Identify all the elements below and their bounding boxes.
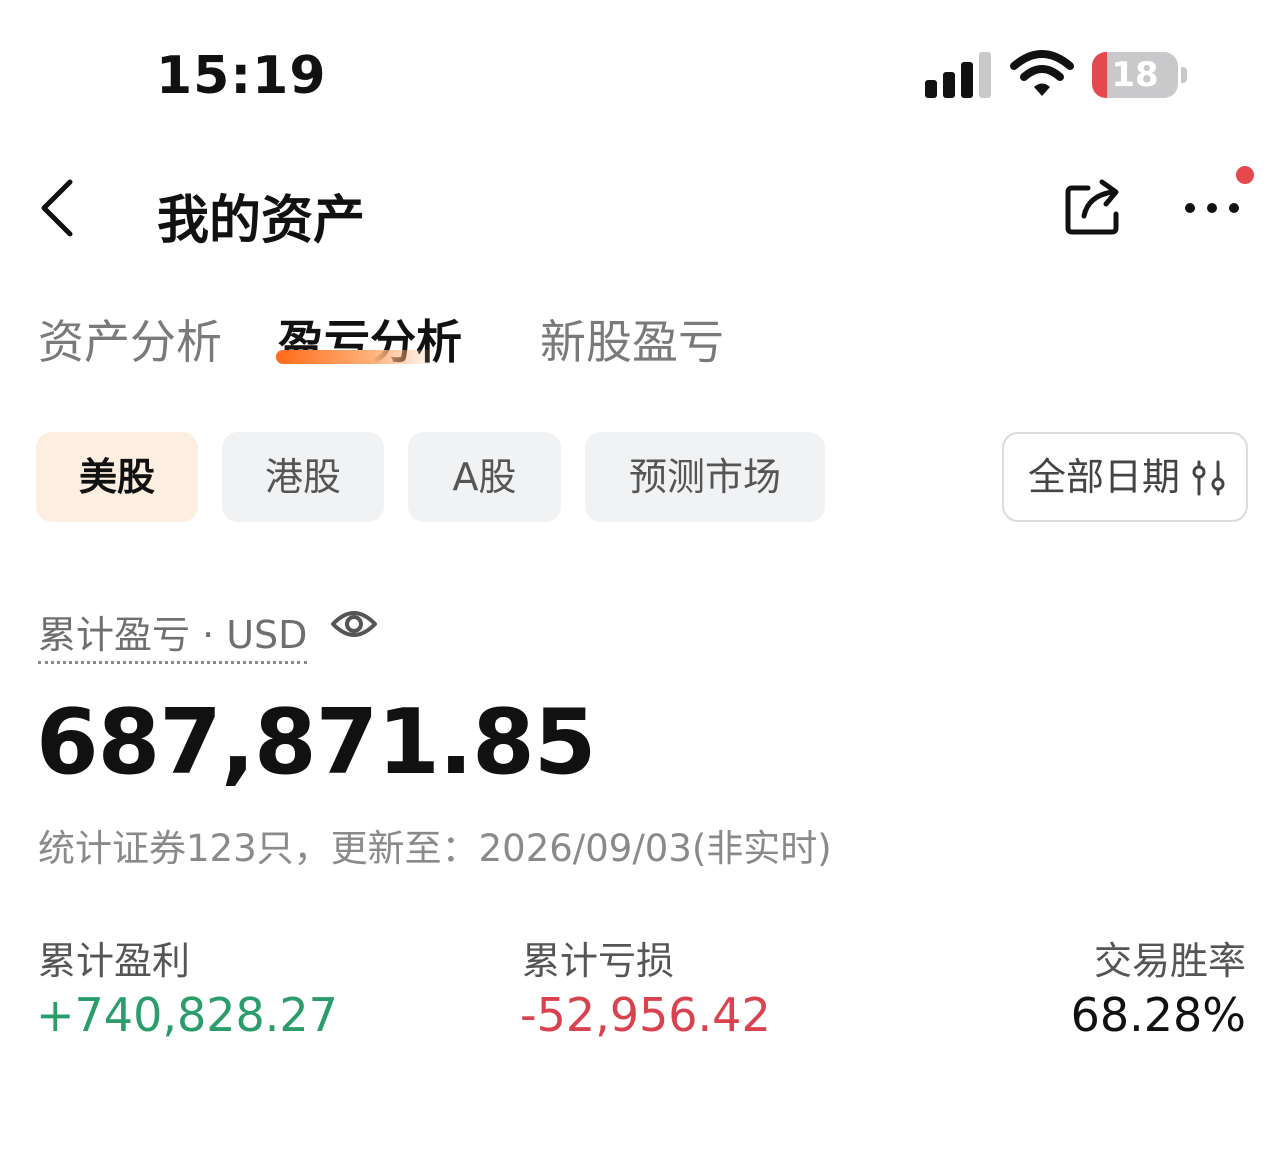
statistics-note: 统计证券123只，更新至：2026/09/03(非实时) — [38, 827, 832, 870]
market-chip-prediction[interactable]: 预测市场 — [585, 432, 825, 522]
battery-level: 18 — [1111, 55, 1159, 95]
wifi-icon — [1010, 50, 1074, 96]
signal-icon — [925, 52, 991, 98]
battery-icon: 18 — [1092, 52, 1188, 98]
notification-badge — [1236, 166, 1254, 184]
date-filter-button[interactable]: 全部日期 — [1002, 432, 1248, 522]
filter-sliders-icon — [1192, 460, 1225, 496]
status-time: 15:19 — [156, 46, 327, 106]
page-title: 我的资产 — [157, 191, 366, 251]
eye-icon[interactable] — [330, 604, 378, 644]
cumulative-pnl-label[interactable]: 累计盈亏 · USD — [38, 604, 308, 664]
total-profit-label: 累计盈利 — [38, 939, 191, 983]
total-loss-label: 累计亏损 — [522, 939, 675, 983]
share-icon[interactable] — [1062, 174, 1126, 238]
market-chip-hk[interactable]: 港股 — [222, 432, 384, 522]
win-rate-label: 交易胜率 — [1093, 939, 1246, 983]
active-tab-indicator — [276, 350, 436, 364]
market-chip-us[interactable]: 美股 — [36, 432, 198, 522]
tab-asset-analysis[interactable]: 资产分析 — [38, 306, 222, 372]
total-profit-value: +740,828.27 — [36, 988, 338, 1042]
date-filter-label: 全部日期 — [1028, 455, 1181, 499]
total-loss-value: -52,956.42 — [520, 988, 771, 1042]
cumulative-pnl-value: 687,871.85 — [36, 690, 596, 795]
market-chip-a-share[interactable]: A股 — [408, 432, 561, 522]
win-rate-value: 68.28% — [1070, 988, 1246, 1042]
chevron-left-icon[interactable] — [36, 176, 80, 240]
tab-ipo-pnl[interactable]: 新股盈亏 — [540, 306, 724, 372]
more-icon[interactable] — [1180, 186, 1244, 226]
